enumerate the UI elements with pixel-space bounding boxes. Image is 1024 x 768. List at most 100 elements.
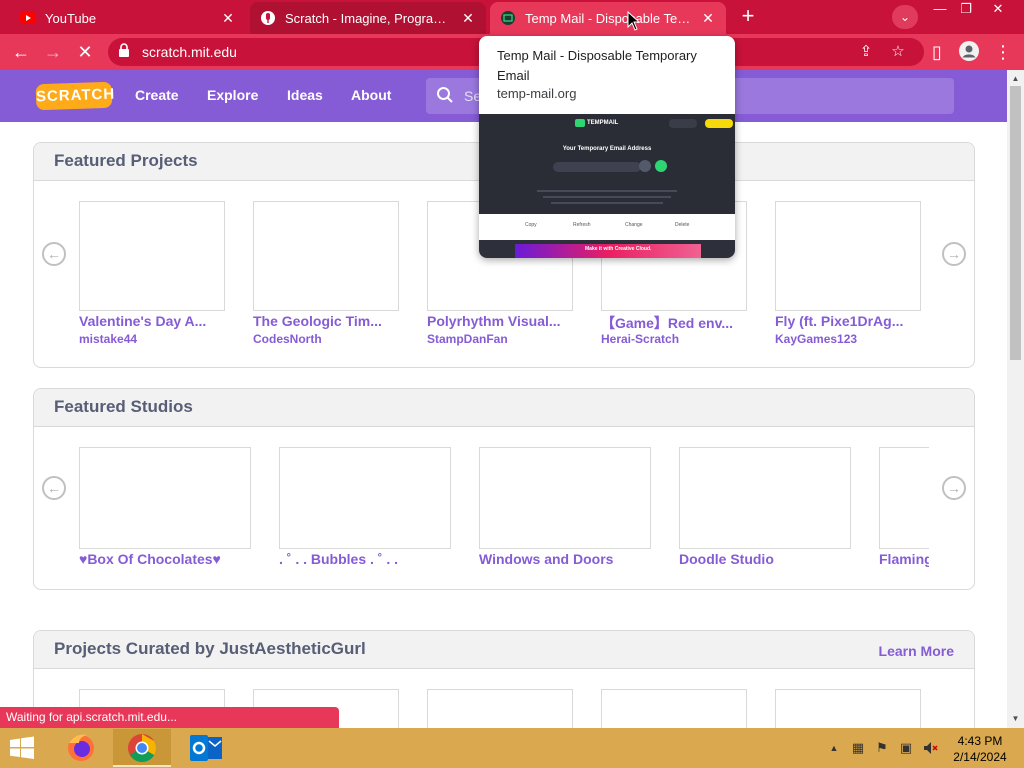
lock-icon[interactable] [118,43,132,59]
side-panel-icon[interactable]: ▯ [926,41,948,63]
menu-kebab-icon[interactable]: ⋮ [992,41,1014,63]
share-icon[interactable]: ⇪ [856,42,876,62]
preview-action: Delete [675,222,690,228]
preview-heading: Your Temporary Email Address [562,146,652,152]
scroll-thumb[interactable] [1010,86,1021,360]
project-thumbnail[interactable] [427,689,573,728]
profile-avatar-icon[interactable] [958,41,980,63]
carousel-prev-icon[interactable]: ← [42,476,66,500]
tab-youtube[interactable]: YouTube ✕ [10,2,246,34]
carousel-next-icon[interactable]: → [942,242,966,266]
studio-title[interactable]: Windows and Doors [479,551,651,567]
project-author[interactable]: KayGames123 [775,332,921,346]
new-tab-button[interactable]: + [736,5,760,28]
preview-actions: Copy Refresh Change Delete [479,214,735,240]
project-thumbnail[interactable] [79,201,225,311]
project-author[interactable]: StampDanFan [427,332,573,346]
minimize-icon[interactable]: — [928,0,952,18]
nav-create[interactable]: Create [135,87,179,103]
studio-thumbnail[interactable] [879,447,929,549]
studio-thumbnail[interactable] [279,447,451,549]
tab-title: YouTube [45,10,97,26]
nav-explore[interactable]: Explore [207,87,258,103]
windows-start-icon[interactable] [8,736,38,762]
scroll-up-icon[interactable]: ▲ [1007,72,1024,86]
project-title[interactable]: Fly (ft. Pixe1DrAg... [775,313,921,329]
status-bubble: Waiting for api.scratch.mit.edu... [0,707,339,728]
carousel-next-icon[interactable]: → [942,476,966,500]
restore-icon[interactable]: ❐ [954,0,978,18]
tray-expand-icon[interactable]: ▲ [826,740,842,756]
scroll-down-icon[interactable]: ▼ [1007,712,1024,726]
search-icon [436,86,456,106]
section-heading: Featured Studios [34,389,974,427]
nav-about[interactable]: About [351,87,391,103]
project-author[interactable]: CodesNorth [253,332,399,346]
preview-action: Change [625,222,643,228]
section-heading: Projects Curated by JustAestheticGurl [54,639,366,658]
project-title[interactable]: Polyrhythm Visual... [427,313,573,329]
close-tab-icon[interactable]: ✕ [220,10,236,26]
screen: YouTube ✕ Scratch - Imagine, Program, Sh… [0,0,1024,768]
tab-tempmail[interactable]: Temp Mail - Disposable Temporary Email ✕ [490,2,726,34]
studio-title[interactable]: Doodle Studio [679,551,851,567]
preview-premium-button [705,119,733,128]
tab-scratch[interactable]: Scratch - Imagine, Program, Share ✕ [250,2,486,34]
display-icon[interactable]: ▣ [898,740,914,756]
carousel-prev-icon[interactable]: ← [42,242,66,266]
studio-title[interactable]: ♥Box Of Chocolates♥ [79,551,251,567]
outlook-icon[interactable] [176,729,234,767]
tab-preview-thumbnail: TEMPMAIL Your Temporary Email Address Co… [479,114,735,258]
close-tab-icon[interactable]: ✕ [460,10,476,26]
nav-ideas[interactable]: Ideas [287,87,323,103]
studio-thumbnail[interactable] [679,447,851,549]
youtube-icon [20,10,36,26]
project-thumbnail[interactable] [253,201,399,311]
hover-card-domain: temp-mail.org [497,86,577,101]
copy-icon [639,160,651,172]
scratch-logo[interactable]: SCRATCH [35,81,115,111]
back-arrow-icon[interactable]: ← [10,41,32,63]
volume-muted-icon[interactable] [922,740,938,756]
tab-title: Temp Mail - Disposable Temporary Email [525,10,694,26]
preview-email-field [553,162,641,172]
preview-button [669,119,697,128]
project-author[interactable]: mistake44 [79,332,225,346]
mouse-cursor-icon [627,10,641,31]
clock-date: 2/14/2024 [953,750,1007,764]
project-title[interactable]: Valentine's Day A... [79,313,225,329]
studio-thumbnail[interactable] [479,447,651,549]
action-center-flag-icon[interactable]: ⚑ [874,740,890,756]
preview-action: Copy [525,222,537,228]
preview-action: Refresh [573,222,591,228]
featured-studios-box: Featured Studios ← → ♥Box Of Chocolates♥… [33,388,975,590]
tempmail-icon [500,10,516,26]
studio-title[interactable]: Flaming [879,551,929,567]
scratch-recording-icon [260,10,276,26]
firefox-icon[interactable] [52,729,110,767]
chrome-icon[interactable] [113,729,171,767]
bookmark-star-icon[interactable]: ☆ [888,42,908,62]
studio-title[interactable]: . ˚ . . Bubbles . ˚ . . [279,551,451,567]
project-author[interactable]: Herai-Scratch [601,332,747,346]
project-title[interactable]: The Geologic Tim... [253,313,399,329]
learn-more-link[interactable]: Learn More [879,643,954,659]
page-scrollbar[interactable]: ▲ ▼ [1007,70,1024,728]
preview-brand: TEMPMAIL [587,120,619,126]
stop-loading-icon[interactable]: ✕ [74,41,96,63]
close-tab-icon[interactable]: ✕ [700,10,716,26]
studio-thumbnail[interactable] [79,447,251,549]
forward-arrow-icon[interactable]: → [42,41,64,63]
window-close-icon[interactable]: ✕ [986,0,1010,18]
preview-text-line [537,190,677,192]
project-thumbnail[interactable] [601,689,747,728]
project-title[interactable]: 【Game】Red env... [601,313,747,333]
project-thumbnail[interactable] [775,689,921,728]
system-clock[interactable]: 4:43 PM 2/14/2024 [946,733,1014,765]
preview-text-line [543,196,671,198]
preview-text-line [551,202,663,204]
project-thumbnail[interactable] [775,201,921,311]
tab-search-icon[interactable]: ⌄ [892,5,918,29]
url-text: scratch.mit.edu [142,44,237,60]
network-icon[interactable]: ▦ [850,740,866,756]
